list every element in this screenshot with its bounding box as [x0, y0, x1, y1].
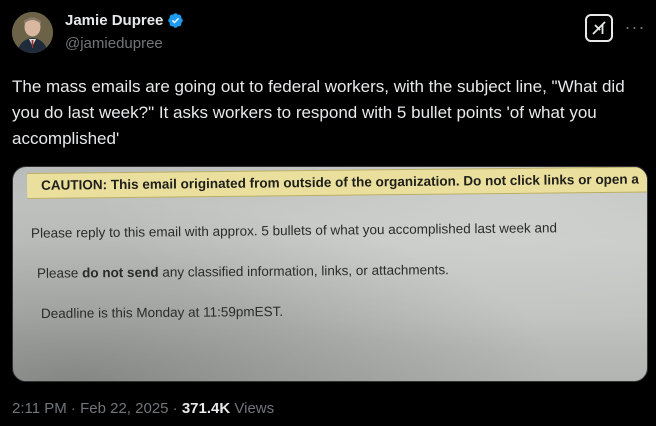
author-avatar[interactable] — [12, 12, 53, 53]
tweet-date[interactable]: Feb 22, 2025 — [80, 400, 168, 417]
grok-icon — [592, 21, 606, 35]
author-handle[interactable]: @jamiedupree — [65, 35, 163, 52]
email-line-deadline: Deadline is this Monday at 11:59pmEST. — [40, 303, 284, 322]
more-options-icon: ··· — [624, 16, 646, 37]
avatar-image — [12, 12, 53, 53]
views-label: Views — [230, 400, 275, 417]
tweet-time[interactable]: 2:11 PM — [12, 400, 67, 417]
tweet-media-image[interactable]: CAUTION: This email originated from outs… — [12, 166, 648, 382]
email-line-do-not-send-bold: do not send — [81, 264, 159, 281]
meta-separator: · — [66, 400, 81, 417]
views-count[interactable]: 371.4K — [182, 400, 230, 417]
grok-button[interactable] — [585, 14, 613, 42]
more-options-button[interactable]: ··· — [622, 14, 648, 40]
email-line-do-not-send-post: any classified information, links, or at… — [158, 262, 449, 280]
tweet-meta-row: 2:11 PM · Feb 22, 2025 · 371.4K Views — [12, 400, 274, 417]
email-line-do-not-send-pre: Please — [36, 265, 83, 281]
tweet-text: The mass emails are going out to federal… — [12, 77, 625, 148]
author-name[interactable]: Jamie Dupree — [65, 12, 163, 29]
meta-separator-2: · — [168, 400, 182, 417]
verified-badge-icon — [167, 12, 184, 29]
